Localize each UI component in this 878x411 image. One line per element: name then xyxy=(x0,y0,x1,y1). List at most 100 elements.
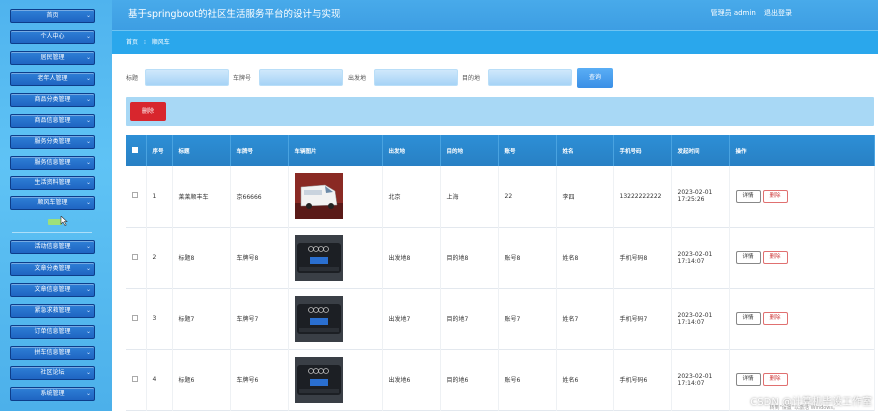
top-header: 基于springboot的社区生活服务平台的设计与实现 管理员 admin 退出… xyxy=(112,0,878,30)
search-label-to: 目的地 xyxy=(462,75,481,82)
sidebar-item-label: 拼车信息管理 xyxy=(34,349,71,356)
search-button[interactable]: 查询 xyxy=(577,68,613,88)
sidebar-item[interactable]: 系统管理 ⌄ xyxy=(10,387,95,401)
col-phone: 手机号码 xyxy=(613,135,672,166)
cell-title: 莱莱顺丰车 xyxy=(172,166,231,227)
sidebar-item[interactable]: 紧急求救管理 ⌄ xyxy=(10,304,95,318)
sidebar-item[interactable]: 服务信息管理 ⌄ xyxy=(10,156,95,170)
cell-from: 出发地6 xyxy=(382,349,441,410)
cell-index: 2 xyxy=(146,227,173,288)
cell-photo xyxy=(288,166,383,227)
vehicle-photo-van xyxy=(294,173,343,220)
detail-button[interactable]: 详情 xyxy=(735,373,761,386)
search-input-title[interactable] xyxy=(145,69,229,86)
sidebar-item-label: 个人中心 xyxy=(40,33,65,40)
chevron-down-icon: ⌄ xyxy=(85,307,91,314)
cell-actions: 详情 删除 xyxy=(729,288,875,349)
sidebar-item-label: 紧急求救管理 xyxy=(34,307,71,314)
sidebar-item[interactable]: 居民管理 ⌄ xyxy=(10,51,95,65)
sidebar-divider xyxy=(12,232,92,233)
sidebar-item[interactable]: 商品分类管理 ⌄ xyxy=(10,93,95,107)
select-all-checkbox[interactable] xyxy=(132,146,138,153)
chevron-down-icon: ⌄ xyxy=(85,179,91,186)
chevron-down-icon: ⌄ xyxy=(85,117,91,124)
sidebar-item[interactable]: 生活资料管理 ⌄ xyxy=(10,176,95,190)
sidebar-item[interactable]: 拼车信息管理 ⌄ xyxy=(10,346,95,360)
table-row: 2 标题8 车牌号8 出发地8 目的地8 账号8 姓名8 手机号码8 2023-02-01 17… xyxy=(126,227,875,288)
sidebar-item[interactable]: 文章分类管理 ⌄ xyxy=(10,262,95,276)
sidebar-item-label: 服务信息管理 xyxy=(34,159,71,166)
app-title: 基于springboot的社区生活服务平台的设计与实现 xyxy=(128,9,341,20)
delete-button[interactable]: 删除 xyxy=(762,373,788,386)
row-checkbox[interactable] xyxy=(132,253,138,260)
detail-button[interactable]: 详情 xyxy=(735,251,761,264)
delete-button[interactable]: 删除 xyxy=(762,251,788,264)
cell-title: 标题8 xyxy=(172,227,231,288)
row-checkbox[interactable] xyxy=(132,192,138,199)
search-input-to[interactable] xyxy=(488,69,572,86)
delete-button[interactable]: 删除 xyxy=(762,312,788,325)
col-index: 序号 xyxy=(146,135,173,166)
sidebar-item[interactable]: 首页 ⌄ xyxy=(10,9,95,23)
cell-plate: 京66666 xyxy=(230,166,289,227)
cell-to: 目的地7 xyxy=(440,288,499,349)
chevron-down-icon: ⌄ xyxy=(85,96,91,103)
row-checkbox[interactable] xyxy=(132,375,138,382)
cell-account: 账号7 xyxy=(498,288,557,349)
cell-time: 2023-02-01 17:14:07 xyxy=(671,288,730,349)
chevron-down-icon: ⌄ xyxy=(85,265,91,272)
chevron-down-icon: ⌄ xyxy=(85,328,91,335)
sidebar-item[interactable]: 订单信息管理 ⌄ xyxy=(10,325,95,339)
cell-account: 账号6 xyxy=(498,349,557,410)
detail-button[interactable]: 详情 xyxy=(735,189,761,203)
cell-index: 3 xyxy=(146,288,173,349)
chevron-down-icon: ⌄ xyxy=(85,159,91,166)
chevron-down-icon: ⌄ xyxy=(85,349,91,356)
row-select-cell xyxy=(126,227,147,288)
batch-delete-button[interactable]: 删除 xyxy=(130,102,166,121)
sidebar-item[interactable]: 社区论坛 ⌄ xyxy=(10,366,95,380)
cell-account: 账号8 xyxy=(498,227,557,288)
search-input-plate[interactable] xyxy=(259,69,343,86)
col-plate: 车牌号 xyxy=(230,135,289,166)
sidebar-item[interactable]: 个人中心 ⌄ xyxy=(10,30,95,44)
cell-actions: 详情 删除 xyxy=(729,166,875,227)
cell-from: 北京 xyxy=(382,166,441,227)
sidebar-item-label: 社区论坛 xyxy=(40,369,65,376)
cell-plate: 车牌号6 xyxy=(230,349,289,410)
main-content: 标题 车牌号 出发地 目的地 查询 删除 序号 标题 车牌号 车辆图片 出发地 … xyxy=(112,54,878,411)
cell-phone: 手机号码7 xyxy=(613,288,672,349)
detail-button[interactable]: 详情 xyxy=(735,312,761,325)
sidebar-item-label: 服务分类管理 xyxy=(34,138,71,145)
sidebar-item[interactable]: 老年人管理 ⌄ xyxy=(10,72,95,86)
data-table: 序号 标题 车牌号 车辆图片 出发地 目的地 账号 姓名 手机号码 发起时间 操… xyxy=(126,135,875,411)
breadcrumb-home[interactable]: 首页 xyxy=(126,39,138,46)
sidebar-item[interactable]: 活动信息管理 ⌄ xyxy=(10,240,95,254)
cell-to: 目的地8 xyxy=(440,227,499,288)
logout-link[interactable]: 退出登录 xyxy=(764,9,792,17)
cell-index: 1 xyxy=(146,166,173,227)
col-name: 姓名 xyxy=(556,135,614,166)
delete-button[interactable]: 删除 xyxy=(762,189,788,203)
sidebar-item[interactable]: 顺风车管理 ⌄ xyxy=(10,196,95,210)
watermark: CSDN @计算机毕设工作室 xyxy=(750,397,872,408)
cell-from: 出发地7 xyxy=(382,288,441,349)
cell-photo xyxy=(288,349,383,410)
cell-phone: 13222222222 xyxy=(613,166,672,227)
sidebar-item-label: 老年人管理 xyxy=(37,75,68,82)
chevron-down-icon: ⌄ xyxy=(85,33,91,40)
chevron-down-icon: ⌄ xyxy=(85,54,91,61)
sidebar-item[interactable]: 服务分类管理 ⌄ xyxy=(10,135,95,149)
search-label-from: 出发地 xyxy=(348,75,367,82)
sidebar-item-label: 首页 xyxy=(46,12,59,19)
cell-photo xyxy=(288,227,383,288)
cell-name: 姓名6 xyxy=(556,349,614,410)
sidebar-item[interactable]: 文章信息管理 ⌄ xyxy=(10,283,95,297)
search-input-from[interactable] xyxy=(374,69,458,86)
sidebar-item-label: 顺风车管理 xyxy=(37,199,68,206)
row-checkbox[interactable] xyxy=(132,314,138,321)
sidebar-item[interactable]: 商品信息管理 ⌄ xyxy=(10,114,95,128)
col-from: 出发地 xyxy=(382,135,441,166)
cell-name: 李四 xyxy=(556,166,614,227)
vehicle-photo-car xyxy=(294,356,343,403)
